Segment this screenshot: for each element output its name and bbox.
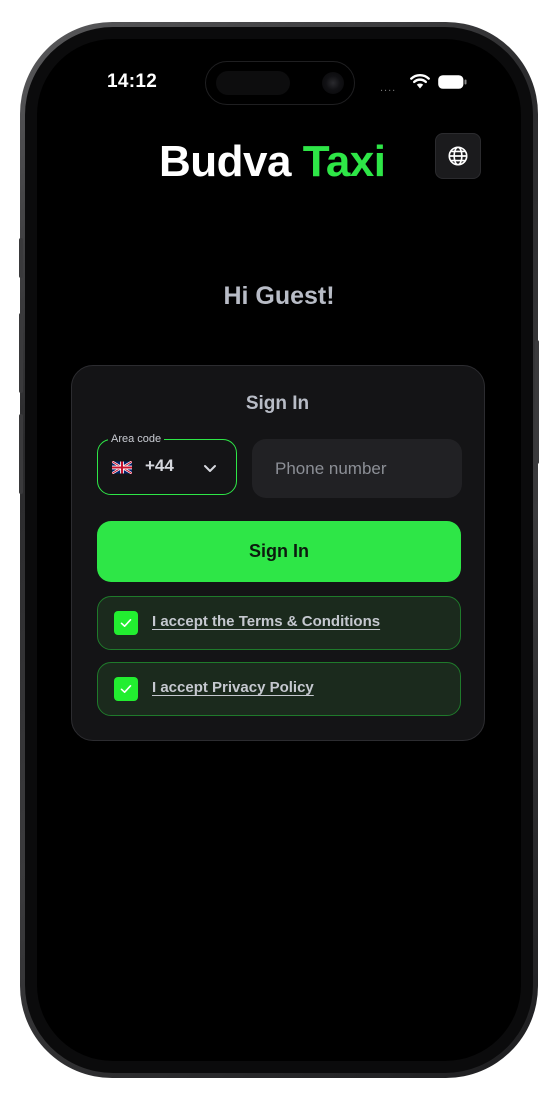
app-screen: 14:12 .... Budva Taxi Hi Guest! Sign In (37, 39, 521, 1061)
checkmark-icon (120, 685, 132, 693)
globe-icon (448, 146, 468, 166)
action-button (19, 238, 23, 278)
card-title: Sign In (245, 393, 310, 414)
power-button (535, 340, 539, 464)
brand-name: Budva (159, 137, 291, 186)
terms-checkbox[interactable] (114, 611, 138, 635)
signal-icon: .... (380, 82, 397, 94)
signin-button[interactable]: Sign In (97, 521, 461, 582)
area-code-value: +44 (145, 456, 174, 475)
terms-consent-row[interactable]: I accept the Terms & Conditions (97, 596, 461, 650)
language-button[interactable] (435, 133, 481, 179)
area-code-label: Area code (108, 432, 165, 446)
wifi-icon (410, 74, 430, 89)
area-code-select[interactable]: Area code +44 (97, 432, 237, 495)
volume-down-button (19, 414, 23, 494)
island-sensor (216, 71, 290, 95)
dynamic-island (205, 61, 355, 105)
status-icons: .... (380, 73, 480, 94)
greeting-heading: Hi Guest! (223, 282, 335, 310)
uk-flag-icon (112, 461, 132, 474)
status-time: 14:12 (107, 71, 158, 92)
checkmark-icon (120, 619, 132, 627)
volume-up-button (19, 313, 23, 393)
app-logo: Budva Taxi (159, 137, 386, 187)
terms-link[interactable]: I accept the Terms & Conditions (152, 613, 380, 630)
privacy-checkbox[interactable] (114, 677, 138, 701)
signin-card: Sign In Area code +44 Sign In (71, 365, 485, 741)
phone-number-input[interactable] (252, 439, 462, 498)
chevron-down-icon (204, 465, 216, 472)
brand-accent: Taxi (302, 137, 386, 186)
privacy-consent-row[interactable]: I accept Privacy Policy (97, 662, 461, 716)
front-camera-icon (322, 72, 344, 94)
battery-icon (438, 75, 467, 89)
privacy-link[interactable]: I accept Privacy Policy (152, 679, 314, 696)
